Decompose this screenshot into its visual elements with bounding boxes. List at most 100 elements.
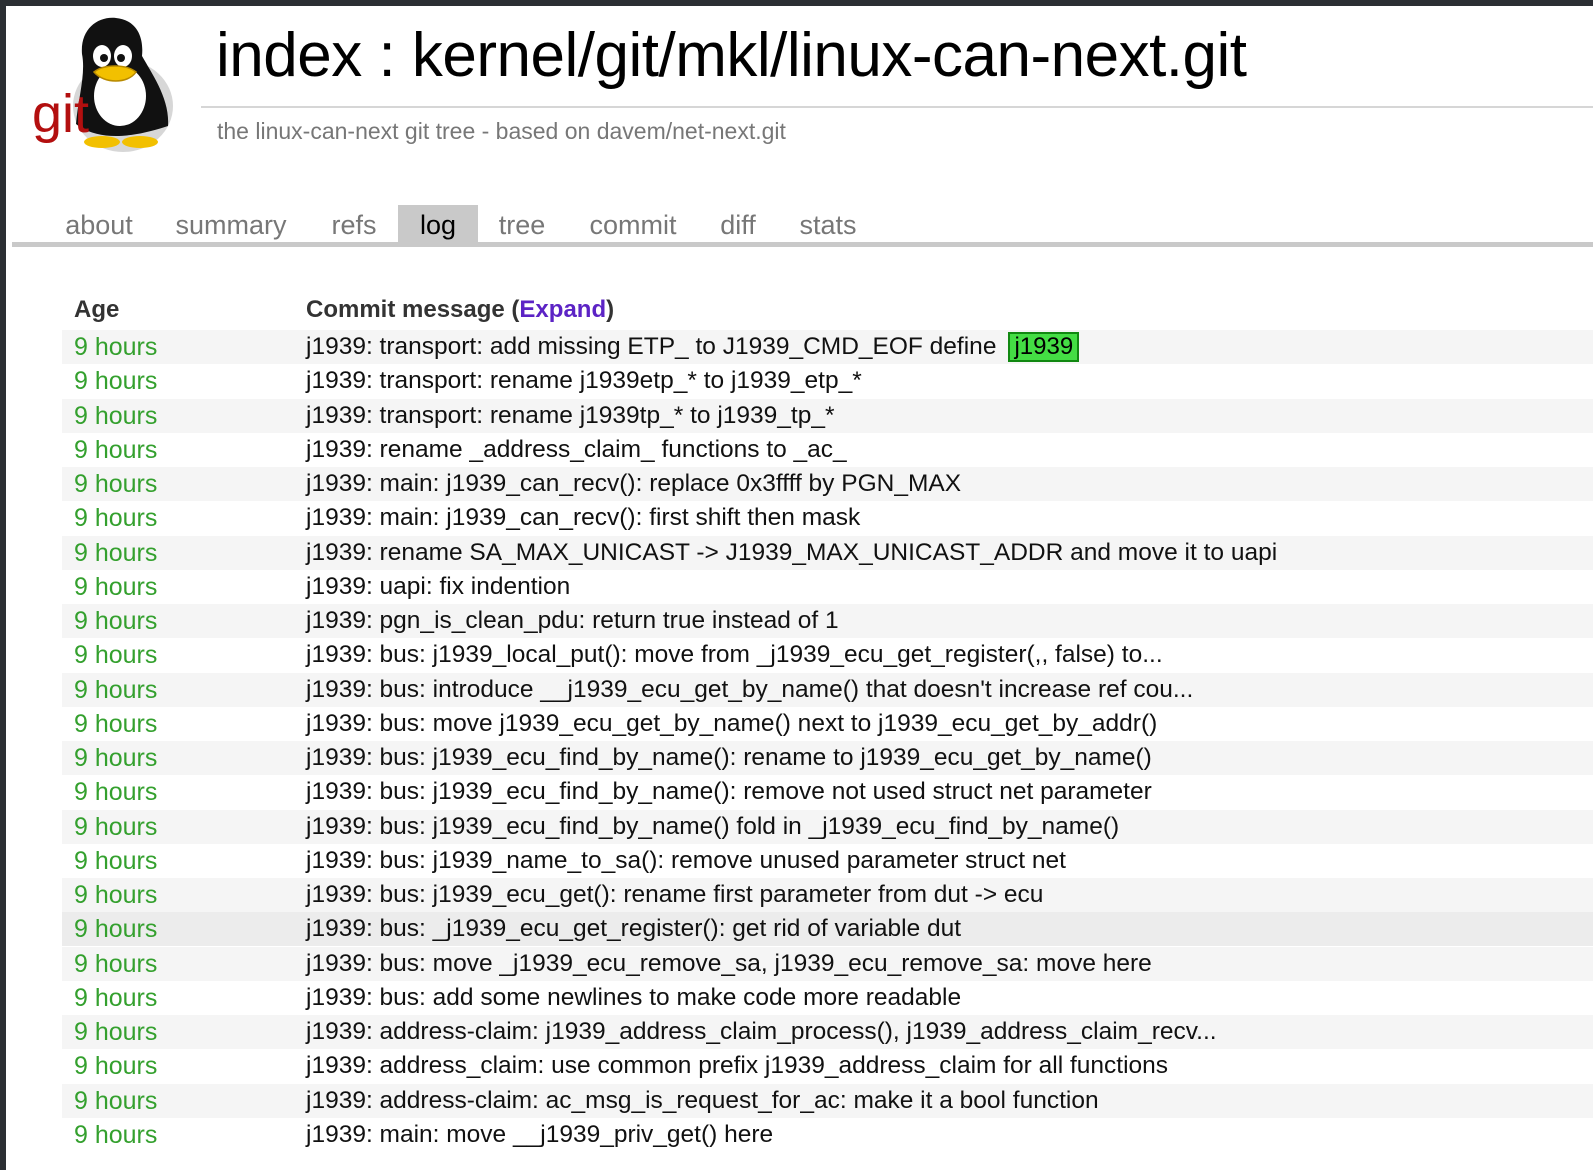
commit-age: 9 hours: [74, 1052, 158, 1081]
commit-message-text: j1939: transport: rename j1939tp_* to j1…: [306, 401, 835, 429]
commit-age: 9 hours: [74, 709, 158, 738]
commit-age: 9 hours: [74, 1086, 158, 1115]
commit-message-text: j1939: bus: j1939_ecu_find_by_name() fol…: [306, 812, 1120, 840]
tab-diff[interactable]: diff: [718, 205, 758, 242]
commit-message-text: j1939: bus: j1939_ecu_find_by_name(): re…: [306, 778, 1152, 806]
commit-age: 9 hours: [74, 435, 158, 464]
table-row[interactable]: 9 hours j1939: pgn_is_clean_pdu: return t…: [62, 604, 1593, 638]
commit-message-link[interactable]: j1939: main: j1939_can_recv(): first shi…: [306, 501, 860, 535]
commit-message-text: j1939: bus: j1939_local_put(): move from…: [306, 641, 1163, 669]
commit-age: 9 hours: [74, 367, 158, 396]
table-row[interactable]: 9 hours j1939: main: j1939_can_recv(): re…: [62, 467, 1593, 501]
commit-message-link[interactable]: j1939: bus: add some newlines to make co…: [306, 981, 961, 1015]
commit-age: 9 hours: [74, 607, 158, 635]
table-row[interactable]: 9 hours j1939: address-claim: j1939_addre…: [62, 1015, 1593, 1049]
commit-age: 9 hours: [74, 504, 158, 533]
commit-message-text: j1939: transport: rename j1939etp_* to j…: [306, 367, 862, 395]
commit-message-text: j1939: transport: add missing ETP_ to J1…: [306, 333, 997, 360]
commit-age: 9 hours: [74, 949, 158, 978]
cgit-page: git index : kernel/git/mkl/linux-can-nex…: [6, 6, 1593, 1170]
table-row[interactable]: 9 hours j1939: uapi: fix indention: [62, 570, 1593, 604]
table-row[interactable]: 9 hours j1939: bus: j1939_ecu_find_by_nam…: [62, 741, 1593, 775]
commit-age: 9 hours: [74, 401, 158, 430]
page-title: index : kernel/git/mkl/linux-can-next.gi…: [216, 21, 1247, 90]
commit-message-text: j1939: bus: j1939_ecu_get(): rename firs…: [306, 881, 1044, 908]
table-row[interactable]: 9 hours j1939: bus: introduce __j1939_ecu…: [62, 672, 1593, 707]
table-row[interactable]: 9 hours j1939: transport: rename j1939etp…: [62, 364, 1593, 398]
commit-message-link[interactable]: j1939: bus: j1939_ecu_find_by_name(): re…: [306, 775, 1152, 809]
commit-message-link[interactable]: j1939: rename SA_MAX_UNICAST -> J1939_MA…: [306, 536, 1277, 570]
message-column-header: Commit message (Expand): [306, 296, 615, 323]
table-row[interactable]: 9 hours j1939: bus: j1939_ecu_get(): rena…: [62, 878, 1593, 912]
tab-refs[interactable]: refs: [328, 205, 380, 242]
table-row[interactable]: 9 hours j1939: address-claim: ac_msg_is_r…: [62, 1083, 1593, 1118]
tab-commit[interactable]: commit: [586, 205, 680, 242]
commit-message-text: j1939: bus: _j1939_ecu_get_register(): g…: [306, 915, 962, 943]
commit-message-link[interactable]: j1939: pgn_is_clean_pdu: return true ins…: [306, 604, 839, 638]
commit-message-text: j1939: address_claim: use common prefix …: [306, 1052, 1169, 1080]
commit-message-link[interactable]: j1939: bus: j1939_ecu_get(): rename firs…: [306, 878, 1043, 912]
table-row[interactable]: 9 hours j1939: main: move __j1939_priv_ge…: [62, 1118, 1593, 1152]
commit-message-text: j1939: rename _address_claim_ functions …: [306, 435, 847, 463]
commit-message-text: j1939: bus: introduce __j1939_ecu_get_by…: [306, 675, 1194, 703]
table-row[interactable]: 9 hours j1939: bus: j1939_name_to_sa(): r…: [62, 844, 1593, 878]
git-penguin-logo[interactable]: git: [20, 14, 180, 154]
commit-message-text: j1939: pgn_is_clean_pdu: return true ins…: [306, 607, 839, 634]
commit-message-link[interactable]: j1939: rename _address_claim_ functions …: [306, 433, 847, 467]
commit-message-link[interactable]: j1939: main: j1939_can_recv(): replace 0…: [306, 467, 961, 501]
commit-age: 9 hours: [74, 881, 158, 909]
commit-message-link[interactable]: j1939: bus: j1939_name_to_sa(): remove u…: [306, 844, 1066, 878]
table-row[interactable]: 9 hours j1939: bus: j1939_ecu_find_by_nam…: [62, 809, 1593, 844]
table-row[interactable]: 9 hours j1939: bus: _j1939_ecu_get_regist…: [62, 912, 1593, 947]
tab-stats[interactable]: stats: [798, 205, 858, 242]
commit-message-text: j1939: bus: j1939_ecu_find_by_name(): re…: [306, 744, 1152, 771]
table-row[interactable]: 9 hours j1939: bus: move j1939_ecu_get_by…: [62, 707, 1593, 741]
logo-text: git: [32, 84, 89, 144]
commit-age: 9 hours: [74, 538, 158, 567]
tab-tree[interactable]: tree: [496, 205, 548, 242]
commit-message-link[interactable]: j1939: main: move __j1939_priv_get() her…: [306, 1118, 773, 1152]
table-row[interactable]: 9 hours j1939: bus: j1939_ecu_find_by_nam…: [62, 775, 1593, 809]
commit-age: 9 hours: [74, 470, 158, 498]
table-row[interactable]: 9 hours j1939: address_claim: use common …: [62, 1049, 1593, 1083]
commit-age: 9 hours: [74, 744, 158, 772]
commit-message-link[interactable]: j1939: transport: rename j1939tp_* to j1…: [306, 399, 835, 433]
commit-age: 9 hours: [74, 846, 158, 875]
table-row[interactable]: 9 hours j1939: rename _address_claim_ fun…: [62, 433, 1593, 467]
commit-message-link[interactable]: j1939: transport: rename j1939etp_* to j…: [306, 364, 862, 398]
table-row[interactable]: 9 hours j1939: rename SA_MAX_UNICAST -> J…: [62, 535, 1593, 570]
tab-bar: about summary refs log tree commit diff …: [12, 205, 1593, 247]
commit-message-link[interactable]: j1939: transport: add missing ETP_ to J1…: [306, 330, 1080, 364]
commit-message-link[interactable]: j1939: bus: move j1939_ecu_get_by_name()…: [306, 707, 1157, 741]
commit-age: 9 hours: [74, 812, 158, 841]
commit-message-link[interactable]: j1939: bus: j1939_local_put(): move from…: [306, 638, 1163, 672]
commit-age: 9 hours: [74, 915, 158, 944]
commit-message-link[interactable]: j1939: bus: j1939_ecu_find_by_name() fol…: [306, 810, 1119, 844]
commit-age: 9 hours: [74, 778, 158, 807]
commit-message-link[interactable]: j1939: bus: _j1939_ecu_get_register(): g…: [306, 912, 961, 946]
commit-message-link[interactable]: j1939: address-claim: ac_msg_is_request_…: [306, 1084, 1099, 1118]
tab-log[interactable]: log: [398, 205, 478, 242]
commit-age: 9 hours: [74, 1120, 158, 1149]
commit-message-link[interactable]: j1939: address-claim: j1939_address_clai…: [306, 1015, 1217, 1049]
table-row[interactable]: 9 hours j1939: bus: add some newlines to …: [62, 981, 1593, 1015]
tab-summary[interactable]: summary: [172, 205, 290, 242]
age-column-header: Age: [74, 296, 120, 323]
table-row[interactable]: 9 hours j1939: transport: rename j1939tp_…: [62, 398, 1593, 433]
table-row[interactable]: 9 hours j1939: main: j1939_can_recv(): fi…: [62, 501, 1593, 535]
table-row[interactable]: 9 hours j1939: bus: move _j1939_ecu_remov…: [62, 946, 1593, 981]
expand-link[interactable]: Expand: [519, 296, 606, 323]
commit-message-link[interactable]: j1939: bus: j1939_ecu_find_by_name(): re…: [306, 741, 1152, 775]
commit-message-link[interactable]: j1939: bus: introduce __j1939_ecu_get_by…: [306, 673, 1193, 707]
commit-message-link[interactable]: j1939: bus: move _j1939_ecu_remove_sa, j…: [306, 947, 1152, 981]
commit-age: 9 hours: [74, 983, 158, 1012]
tab-about[interactable]: about: [62, 205, 136, 242]
commit-age: 9 hours: [74, 572, 158, 601]
table-row[interactable]: 9 hours j1939: bus: j1939_local_put(): mo…: [62, 638, 1593, 672]
table-row[interactable]: 9 hours j1939: transport: add missing ETP…: [62, 330, 1593, 364]
commit-message-text: j1939: rename SA_MAX_UNICAST -> J1939_MA…: [306, 538, 1278, 566]
commit-message-text: j1939: address-claim: ac_msg_is_request_…: [306, 1086, 1099, 1114]
commit-message-link[interactable]: j1939: uapi: fix indention: [306, 570, 570, 604]
commit-message-link[interactable]: j1939: address_claim: use common prefix …: [306, 1049, 1168, 1083]
branch-badge[interactable]: j1939: [1008, 332, 1080, 362]
